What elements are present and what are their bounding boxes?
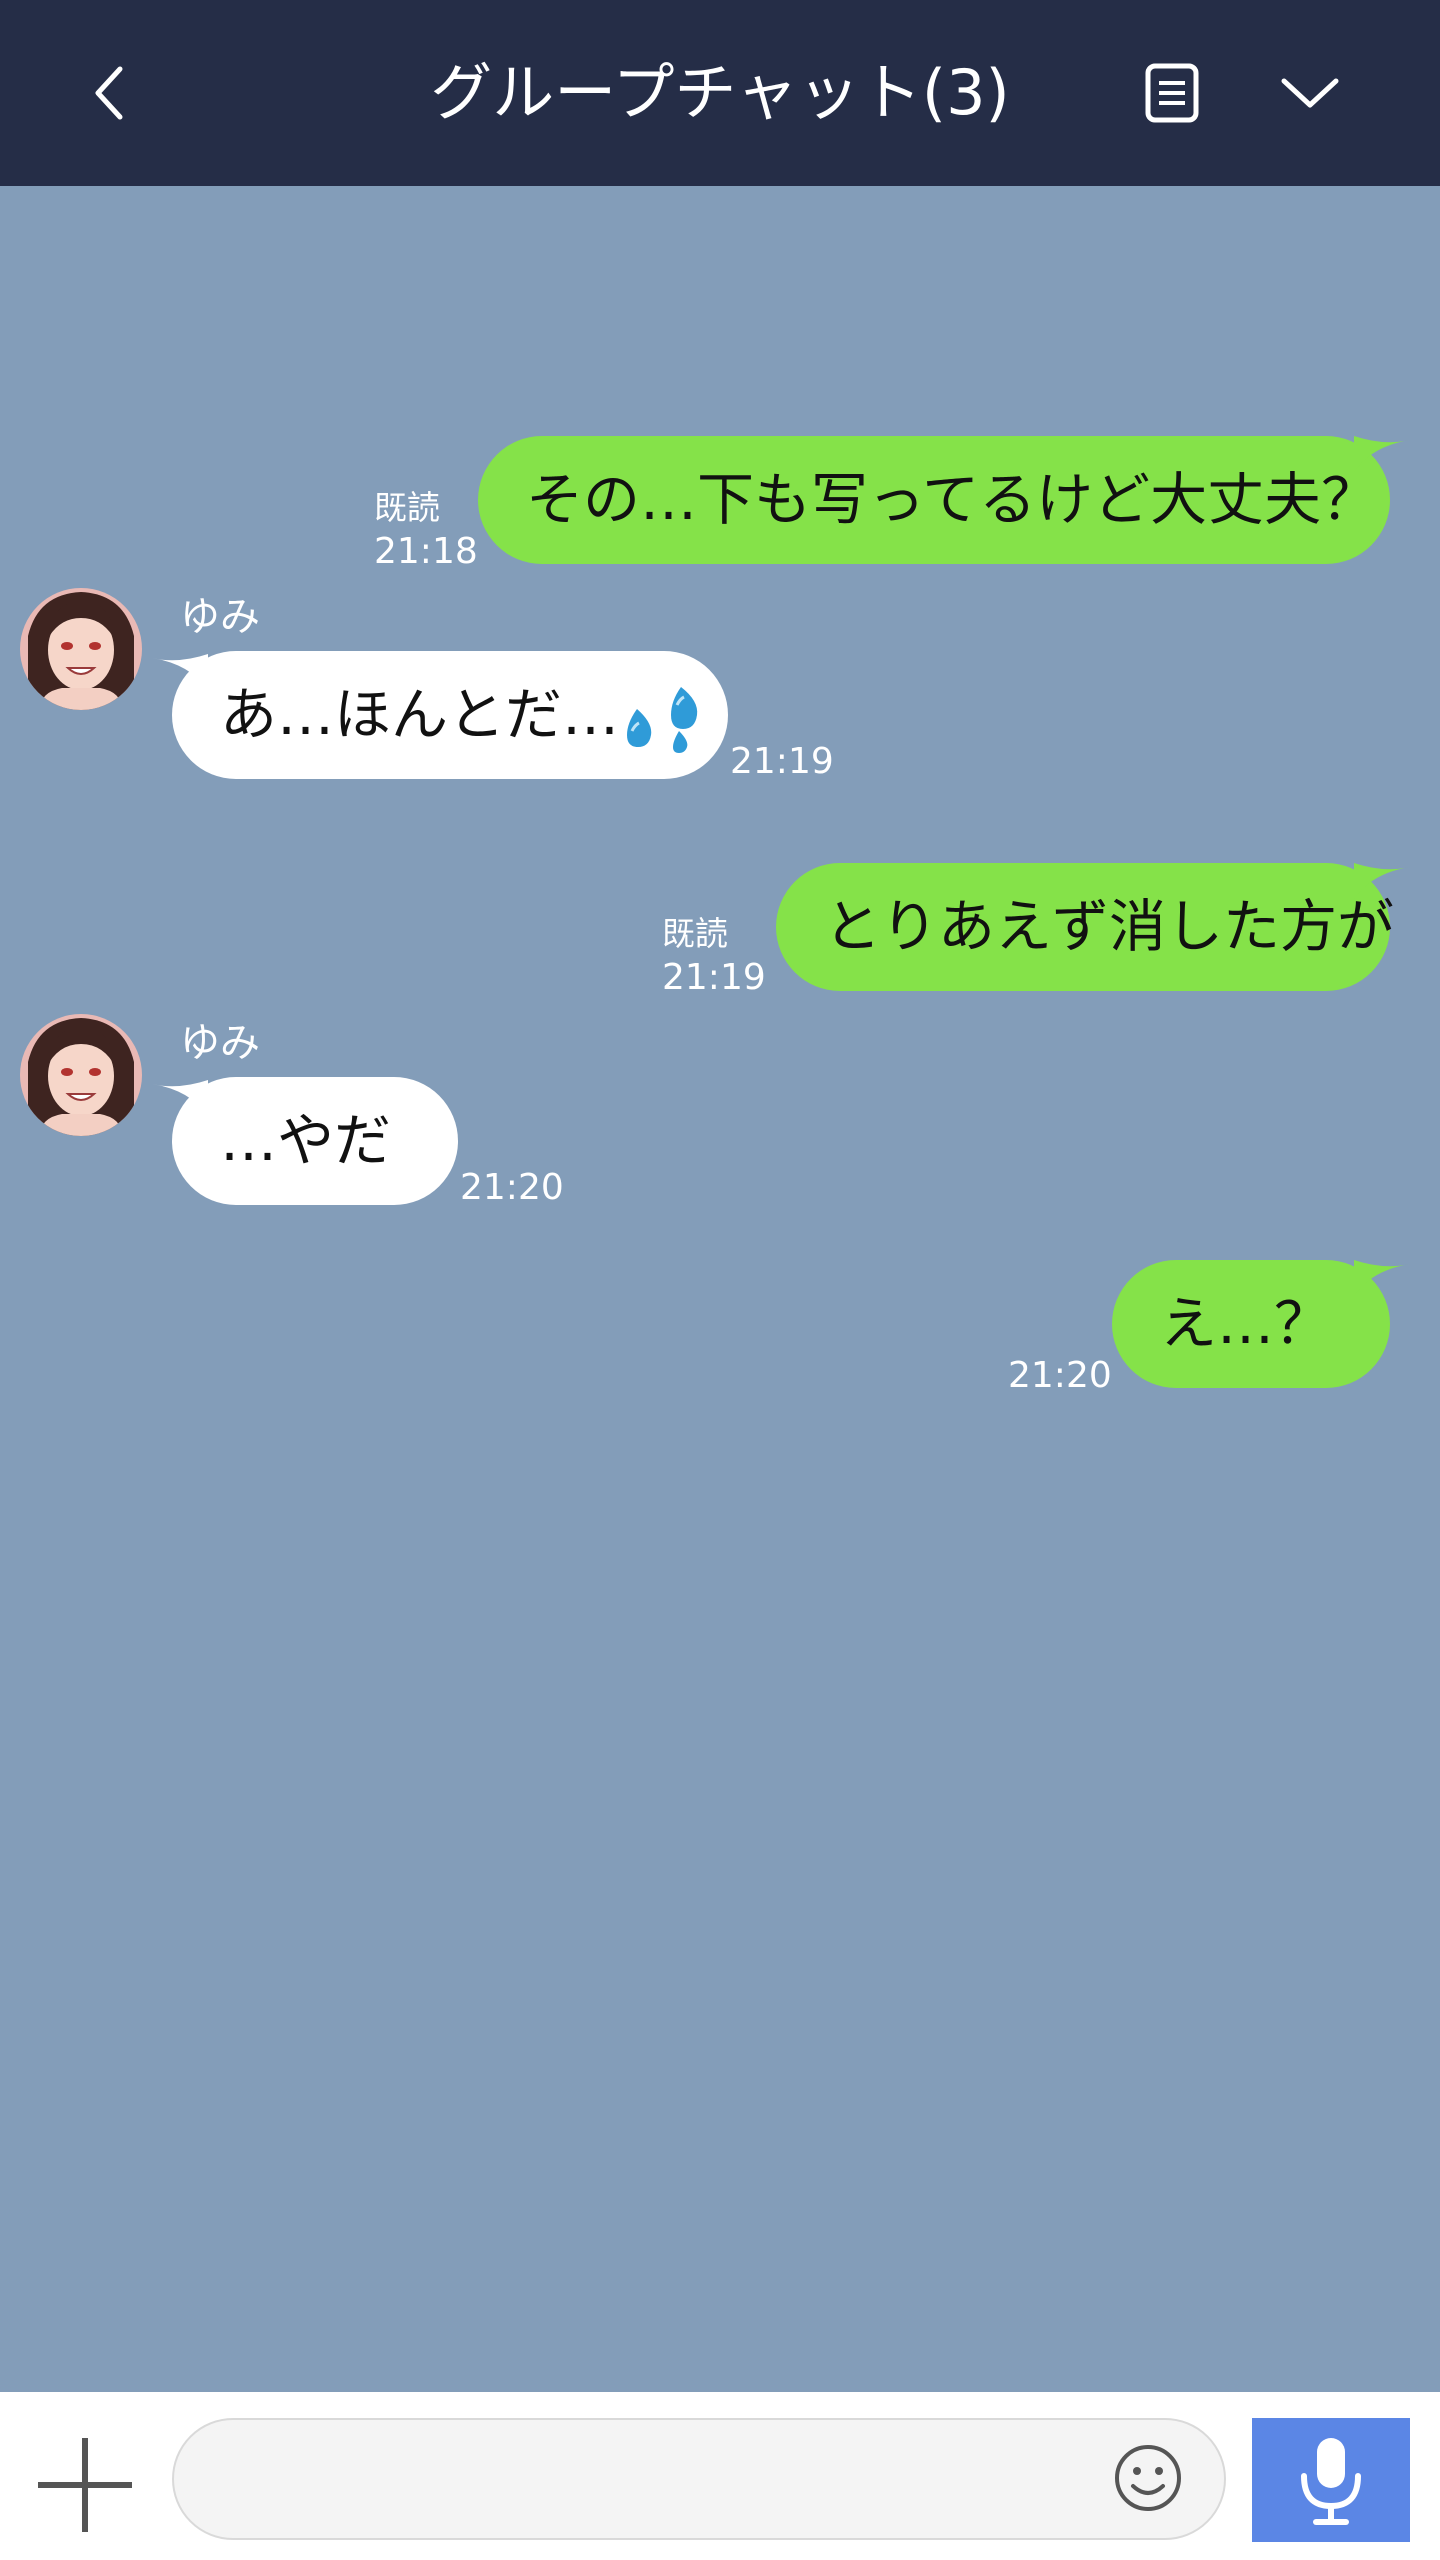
message-time: 21:20	[1008, 1355, 1112, 1396]
message-meta: 既読 21:19	[662, 912, 766, 1000]
plus-icon[interactable]	[30, 2430, 140, 2540]
bubble-tail	[1354, 863, 1410, 899]
message-text: あ…ほんとだ…	[220, 682, 619, 748]
smiley-icon[interactable]	[1112, 2442, 1184, 2514]
mic-button[interactable]	[1252, 2418, 1410, 2542]
avatar[interactable]	[20, 588, 142, 710]
message-time: 21:19	[662, 957, 766, 998]
input-bar	[0, 2392, 1440, 2560]
message-text: その…下も写ってるけど大丈夫？	[526, 467, 1379, 533]
sweat-drops-icon	[627, 687, 698, 754]
message-text: え…？	[1160, 1291, 1331, 1357]
avatar[interactable]	[20, 1014, 142, 1136]
message-time: 21:18	[374, 531, 478, 572]
chat-title: グループチャット(3)	[430, 56, 1010, 129]
avatar-image	[20, 1014, 142, 1136]
avatar-image	[20, 588, 142, 710]
chevron-down-icon[interactable]	[1278, 63, 1342, 123]
message-time: 21:19	[730, 741, 834, 782]
outgoing-message-bubble[interactable]: その…下も写ってるけど大丈夫？	[478, 436, 1390, 564]
read-receipt: 既読	[662, 914, 728, 953]
notes-icon[interactable]	[1142, 63, 1202, 123]
message-text: とりあえず消した方が	[824, 894, 1394, 960]
outgoing-message-bubble[interactable]: とりあえず消した方が	[776, 863, 1394, 991]
message-text: …やだ	[220, 1108, 391, 1174]
chat-header: グループチャット(3)	[0, 0, 1440, 186]
incoming-message-bubble[interactable]: あ…ほんとだ…	[172, 651, 728, 779]
outgoing-message-bubble[interactable]: え…？	[1112, 1260, 1390, 1388]
microphone-icon	[1301, 2438, 1361, 2525]
sender-name: ゆみ	[180, 594, 260, 640]
read-receipt: 既読	[374, 488, 440, 527]
message-meta: 既読 21:18	[374, 486, 478, 574]
sender-name: ゆみ	[180, 1020, 260, 1066]
incoming-message-bubble[interactable]: …やだ	[172, 1077, 458, 1205]
message-list[interactable]: 既読 21:18 その…下も写ってるけど大丈夫？ ゆみ あ…ほんとだ… 21:1…	[0, 186, 1440, 2392]
bubble-tail	[1354, 436, 1410, 472]
bubble-tail	[1354, 1260, 1410, 1296]
message-input[interactable]	[172, 2418, 1226, 2540]
message-time: 21:20	[460, 1167, 564, 1208]
